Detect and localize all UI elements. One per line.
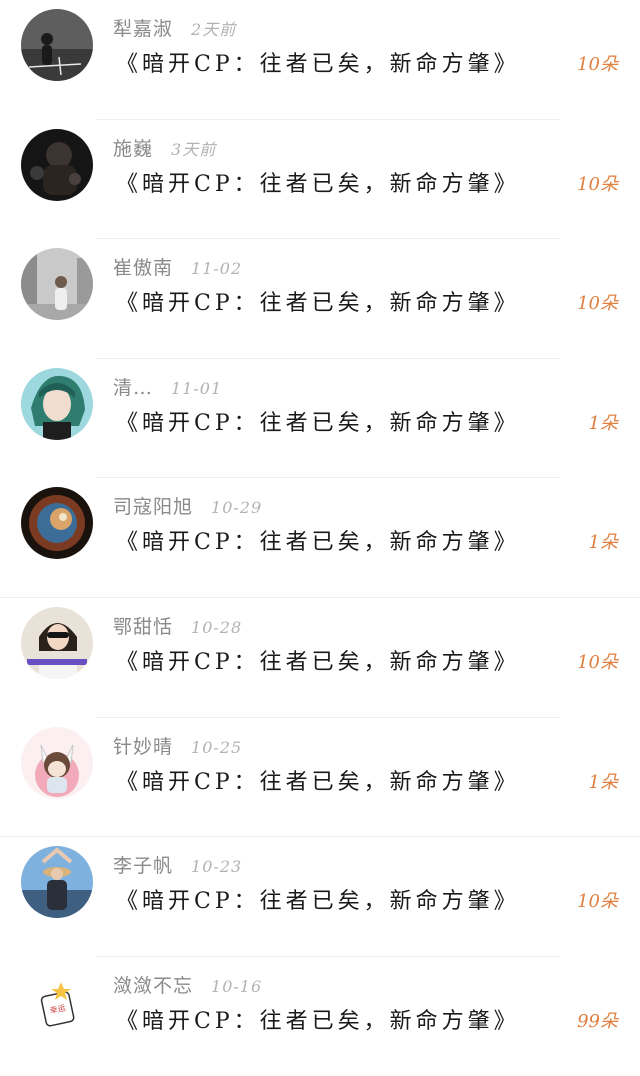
- list-item[interactable]: 犁嘉淑 2天前 《暗开CP：往者已矣，新命方肇》 10朵: [0, 0, 640, 120]
- list-item[interactable]: 幸运 潋潋不忘 10-16 《暗开CP：往者已矣，新命方肇》 99朵: [0, 957, 640, 1076]
- list-item[interactable]: 施巍 3天前 《暗开CP：往者已矣，新命方肇》 10朵: [0, 120, 640, 240]
- list-item[interactable]: 崔傲南 11-02 《暗开CP：往者已矣，新命方肇》 10朵: [0, 239, 640, 359]
- gift-title: 《暗开CP：往者已矣，新命方肇》: [116, 649, 520, 675]
- flower-count: 1朵: [588, 412, 618, 434]
- gift-title: 《暗开CP：往者已矣，新命方肇》: [116, 171, 520, 197]
- timestamp: 10-16: [211, 976, 263, 996]
- user-name[interactable]: 施巍: [113, 134, 153, 161]
- avatar[interactable]: [21, 726, 93, 799]
- list-item[interactable]: 司寇阳旭 10-29 《暗开CP：往者已矣，新命方肇》 1朵: [0, 478, 640, 598]
- gift-record-list: 犁嘉淑 2天前 《暗开CP：往者已矣，新命方肇》 10朵 施巍 3天前 《暗开C…: [0, 0, 640, 1076]
- timestamp: 3天前: [171, 139, 217, 159]
- gift-title: 《暗开CP：往者已矣，新命方肇》: [116, 291, 520, 317]
- timestamp: 10-28: [191, 617, 243, 637]
- user-name[interactable]: 李子帆: [113, 851, 173, 878]
- avatar[interactable]: [21, 128, 93, 201]
- timestamp: 11-01: [171, 378, 223, 398]
- avatar[interactable]: [21, 487, 93, 560]
- user-name[interactable]: 潋潋不忘: [113, 971, 193, 998]
- list-item[interactable]: 清… 11-01 《暗开CP：往者已矣，新命方肇》 1朵: [0, 359, 640, 479]
- gift-title: 《暗开CP：往者已矣，新命方肇》: [116, 530, 520, 556]
- user-name[interactable]: 司寇阳旭: [113, 492, 193, 519]
- avatar[interactable]: [21, 606, 93, 679]
- timestamp: 10-29: [211, 498, 263, 518]
- avatar[interactable]: [21, 846, 93, 919]
- gift-title: 《暗开CP：往者已矣，新命方肇》: [116, 889, 520, 915]
- avatar[interactable]: [21, 367, 93, 440]
- user-name[interactable]: 清…: [113, 373, 153, 400]
- gift-title: 《暗开CP：往者已矣，新命方肇》: [116, 769, 520, 795]
- flower-count: 1朵: [588, 532, 618, 554]
- gift-title: 《暗开CP：往者已矣，新命方肇》: [116, 1008, 520, 1034]
- flower-count: 10朵: [577, 173, 618, 195]
- gift-title: 《暗开CP：往者已矣，新命方肇》: [116, 410, 520, 436]
- avatar[interactable]: 幸运: [21, 965, 93, 1038]
- flower-count: 10朵: [577, 293, 618, 315]
- avatar[interactable]: [21, 9, 93, 81]
- timestamp: 10-25: [191, 737, 243, 757]
- user-name[interactable]: 鄂甜恬: [113, 612, 173, 639]
- flower-count: 10朵: [577, 651, 618, 673]
- list-item[interactable]: 李子帆 10-23 《暗开CP：往者已矣，新命方肇》 10朵: [0, 837, 640, 957]
- flower-count: 99朵: [577, 1010, 618, 1032]
- timestamp: 2天前: [191, 20, 237, 39]
- user-name[interactable]: 针妙晴: [113, 732, 173, 759]
- list-item[interactable]: 鄂甜恬 10-28 《暗开CP：往者已矣，新命方肇》 10朵: [0, 598, 640, 718]
- gift-title: 《暗开CP：往者已矣，新命方肇》: [116, 52, 520, 77]
- user-name[interactable]: 犁嘉淑: [113, 14, 173, 41]
- flower-count: 10朵: [577, 891, 618, 913]
- timestamp: 11-02: [191, 259, 243, 279]
- flower-count: 10朵: [577, 54, 618, 75]
- list-item[interactable]: 针妙晴 10-25 《暗开CP：往者已矣，新命方肇》 1朵: [0, 718, 640, 838]
- timestamp: 10-23: [191, 857, 243, 877]
- flower-count: 1朵: [588, 771, 618, 793]
- avatar[interactable]: [21, 248, 93, 321]
- user-name[interactable]: 崔傲南: [113, 253, 173, 280]
